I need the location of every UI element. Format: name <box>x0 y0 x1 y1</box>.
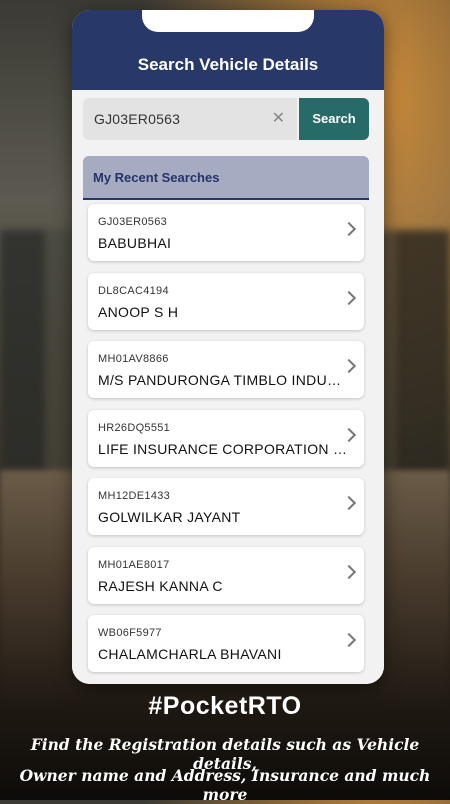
phone-notch <box>142 10 314 32</box>
registration-number: HR26DQ5551 <box>98 421 171 434</box>
list-item[interactable]: MH01AE8017 RAJESH KANNA C <box>88 546 364 604</box>
main-content: GJ03ER0563 ✕ Search My Recent Searches G… <box>72 90 384 684</box>
search-input-value: GJ03ER0563 <box>94 111 181 127</box>
owner-name: ANOOP S H <box>98 303 179 320</box>
registration-number: DL8CAC4194 <box>98 284 169 297</box>
owner-name: LIFE INSURANCE CORPORATION OF INDIA <box>98 440 348 457</box>
owner-name: RAJESH KANNA C <box>98 577 223 594</box>
registration-number: WB06F5977 <box>98 627 162 639</box>
registration-number: MH01AV8866 <box>98 353 169 365</box>
promo-line-2: Owner name and Address, Insurance and mu… <box>19 766 431 804</box>
search-button[interactable]: Search <box>299 98 369 140</box>
owner-name: M/S PANDURONGA TIMBLO INDUSTRIES <box>98 372 348 388</box>
recent-searches-title: My Recent Searches <box>93 170 220 185</box>
hashtag: #PocketRTO <box>148 692 302 720</box>
registration-number: MH01AE8017 <box>98 558 170 571</box>
search-input[interactable]: GJ03ER0563 ✕ <box>83 98 297 140</box>
list-item[interactable]: MH12DE1433 GOLWILKAR JAYANT <box>88 478 364 535</box>
chevron-right-icon <box>341 427 357 442</box>
chevron-right-icon <box>341 221 357 237</box>
list-item[interactable]: DL8CAC4194 ANOOP S H <box>88 272 364 330</box>
chevron-right-icon <box>341 495 357 511</box>
owner-name: GOLWILKAR JAYANT <box>98 509 241 525</box>
recent-searches-header: My Recent Searches <box>83 156 369 200</box>
owner-name: BABUBHAI <box>98 235 172 251</box>
registration-number: GJ03ER0563 <box>98 216 168 228</box>
owner-name: CHALAMCHARLA BHAVANI <box>98 646 282 662</box>
registration-number: MH12DE1433 <box>98 490 171 502</box>
page-title: Search Vehicle Details <box>137 55 319 74</box>
list-item[interactable]: WB06F5977 CHALAMCHARLA BHAVANI <box>88 615 364 672</box>
list-item[interactable]: HR26DQ5551 LIFE INSURANCE CORPORATION OF … <box>88 409 364 467</box>
phone-frame: Search Vehicle Details GJ03ER0563 ✕ Sear… <box>72 10 384 684</box>
close-icon[interactable]: ✕ <box>272 108 285 128</box>
list-item[interactable]: GJ03ER0563 BABUBHAI <box>88 204 364 261</box>
chevron-right-icon <box>341 564 357 579</box>
chevron-right-icon <box>341 632 357 648</box>
chevron-right-icon <box>341 358 357 374</box>
chevron-right-icon <box>341 290 357 305</box>
list-item[interactable]: MH01AV8866 M/S PANDURONGA TIMBLO INDUSTRI… <box>88 341 364 398</box>
